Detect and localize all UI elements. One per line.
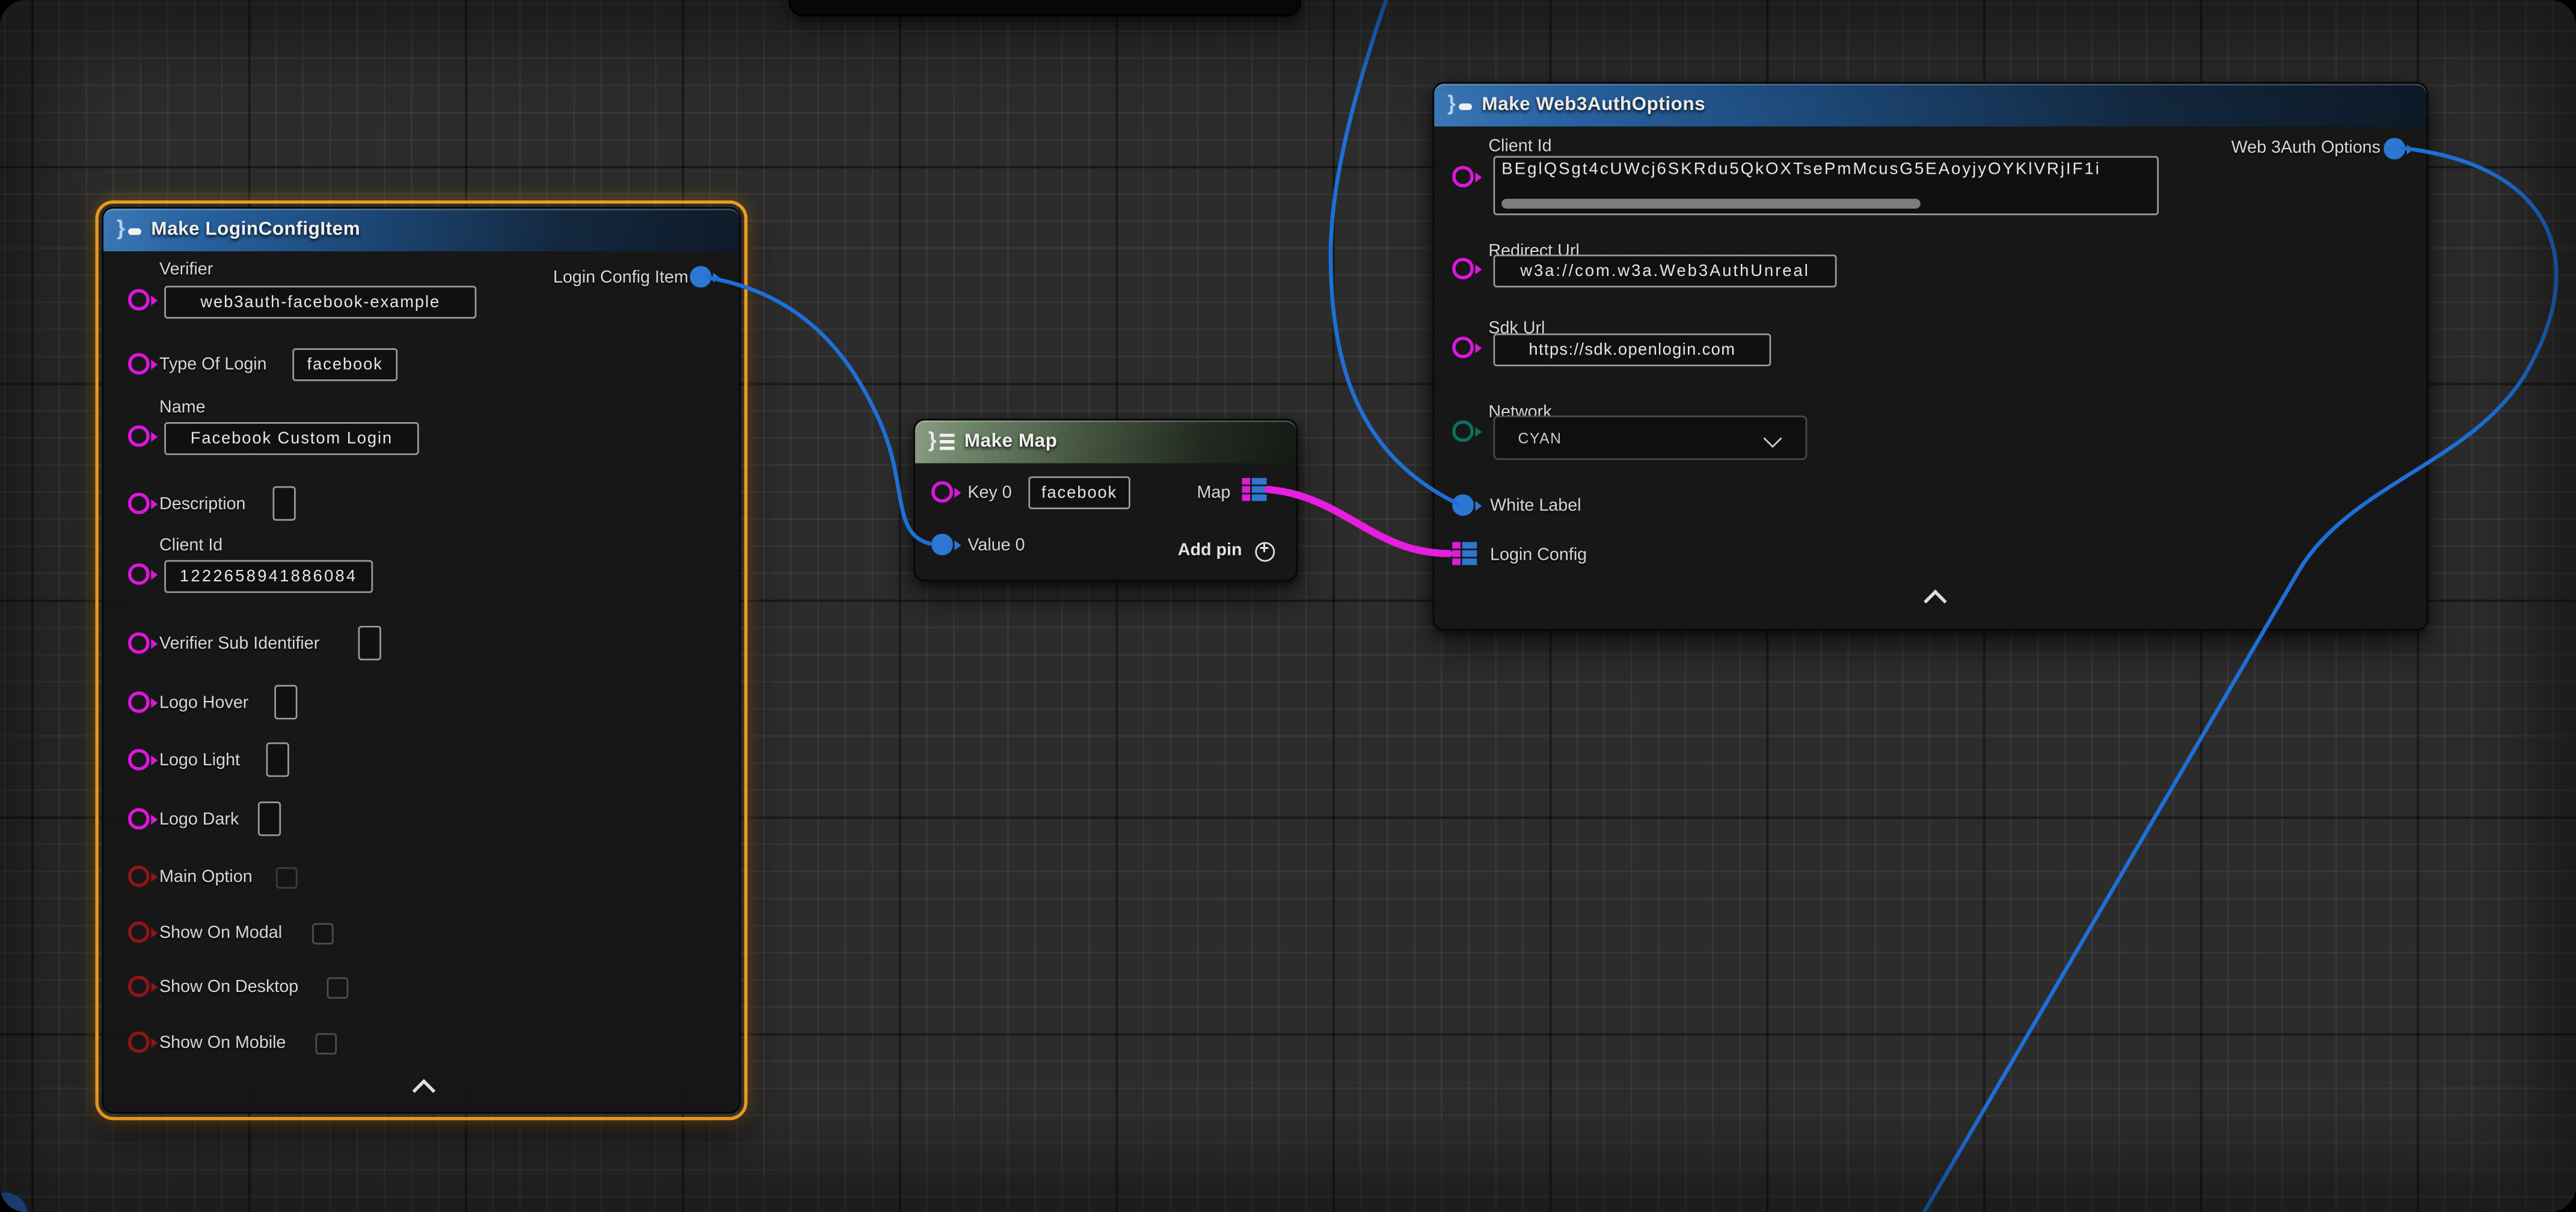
corner-decoration [0, 1193, 28, 1212]
main-option-checkbox[interactable] [276, 868, 298, 889]
map-output-pin[interactable] [1242, 478, 1267, 501]
network-pin[interactable] [1452, 420, 1473, 441]
name-input[interactable]: Facebook Custom Login [164, 422, 419, 455]
field-label: Logo Light [159, 751, 240, 771]
field-label: Show On Modal [159, 923, 282, 943]
verifier-sub-identifier-input[interactable] [358, 626, 381, 660]
graph-canvas[interactable]: Make LoginConfigItem Login Config Item V… [0, 0, 2576, 1212]
node-make-web3authoptions[interactable]: Make Web3AuthOptions Web 3Auth Options C… [1432, 82, 2428, 631]
field-label: Name [159, 397, 206, 417]
client-id-pin[interactable] [1452, 166, 1473, 186]
description-input[interactable] [273, 486, 296, 521]
white-label-pin[interactable] [1452, 494, 1473, 515]
field-label: Show On Desktop [159, 978, 298, 997]
logo-light-pin[interactable] [128, 749, 149, 770]
show-on-desktop-checkbox[interactable] [327, 978, 349, 999]
pin-label: Login Config [1490, 545, 1587, 565]
type-of-login-pin[interactable] [128, 353, 149, 373]
selection-outline: Make LoginConfigItem Login Config Item V… [95, 200, 747, 1120]
key0-pin[interactable] [931, 482, 952, 502]
type-of-login-input[interactable]: facebook [292, 348, 397, 381]
show-on-modal-pin[interactable] [128, 922, 149, 942]
logo-hover-input[interactable] [274, 685, 297, 719]
client-id-scrollbar[interactable] [1501, 199, 1921, 209]
node-header[interactable]: Make LoginConfigItem [103, 209, 739, 251]
field-label: Verifier Sub Identifier [159, 634, 319, 654]
client-id-input[interactable]: 1222658941886084 [164, 560, 373, 593]
collapse-node-chevron-icon[interactable] [1924, 590, 1947, 613]
node-title: Make LoginConfigItem [151, 220, 360, 240]
add-pin-button[interactable]: Add pin [1178, 540, 1242, 560]
description-pin[interactable] [128, 493, 149, 513]
show-on-mobile-pin[interactable] [128, 1032, 149, 1052]
field-label: Show On Mobile [159, 1033, 286, 1053]
add-pin-plus-icon[interactable] [1255, 542, 1275, 562]
client-id-pin[interactable] [128, 563, 149, 584]
show-on-desktop-pin[interactable] [128, 976, 149, 996]
login-config-pin[interactable] [1452, 542, 1477, 566]
pin-label: White Label [1490, 496, 1581, 516]
field-label: Main Option [159, 868, 253, 887]
show-on-mobile-checkbox[interactable] [316, 1033, 337, 1055]
login-config-item-output-pin[interactable] [690, 266, 711, 287]
logo-hover-pin[interactable] [128, 691, 149, 712]
blueprint-editor: Make LoginConfigItem Login Config Item V… [0, 0, 2576, 1212]
output-pin-label: Login Config Item [553, 268, 688, 287]
field-label: Client Id [1488, 136, 1551, 156]
node-title: Make Web3AuthOptions [1482, 95, 1705, 115]
main-option-pin[interactable] [128, 866, 149, 886]
field-label: Client Id [159, 536, 222, 556]
node-title: Make Map [964, 432, 1058, 452]
redirect-url-input[interactable]: w3a://com.w3a.Web3AuthUnreal [1494, 254, 1837, 287]
node-header[interactable]: Make Web3AuthOptions [1434, 84, 2426, 126]
name-pin[interactable] [128, 426, 149, 446]
show-on-modal-checkbox[interactable] [312, 923, 334, 944]
network-selected-value: CYAN [1518, 429, 1562, 445]
logo-light-input[interactable] [266, 742, 289, 777]
field-label: Type Of Login [159, 355, 267, 375]
pin-label: Key 0 [968, 483, 1011, 503]
node-make-map[interactable]: Make Map Key 0 facebook Map Value 0 Add … [913, 419, 1298, 581]
verifier-pin[interactable] [128, 289, 149, 310]
output-pin-label: Web 3Auth Options [2231, 138, 2381, 158]
collapse-node-chevron-icon[interactable] [412, 1079, 436, 1103]
sdk-url-input[interactable]: https://sdk.openlogin.com [1494, 334, 1771, 367]
make-map-icon [928, 430, 956, 453]
make-struct-icon [1447, 94, 1474, 117]
web3auth-options-output-pin[interactable] [2384, 138, 2404, 159]
chevron-down-icon [1764, 429, 1782, 448]
offscreen-node[interactable] [788, 0, 1301, 16]
field-label: Logo Hover [159, 693, 248, 713]
node-header[interactable]: Make Map [915, 420, 1296, 463]
field-label: Description [159, 494, 246, 514]
verifier-sub-identifier-pin[interactable] [128, 632, 149, 653]
verifier-input[interactable]: web3auth-facebook-example [164, 286, 476, 319]
node-make-loginconfigitem[interactable]: Make LoginConfigItem Login Config Item V… [102, 207, 741, 1113]
field-label: Verifier [159, 260, 213, 280]
pin-label: Map [1197, 483, 1231, 503]
pin-label: Value 0 [968, 536, 1025, 556]
make-struct-icon [117, 218, 143, 241]
network-dropdown[interactable]: CYAN [1494, 415, 1808, 460]
value0-pin[interactable] [931, 534, 952, 554]
redirect-url-pin[interactable] [1452, 258, 1473, 278]
sdk-url-pin[interactable] [1452, 337, 1473, 357]
logo-dark-pin[interactable] [128, 808, 149, 828]
logo-dark-input[interactable] [258, 801, 281, 836]
field-label: Logo Dark [159, 810, 239, 830]
key0-input[interactable]: facebook [1028, 476, 1130, 509]
